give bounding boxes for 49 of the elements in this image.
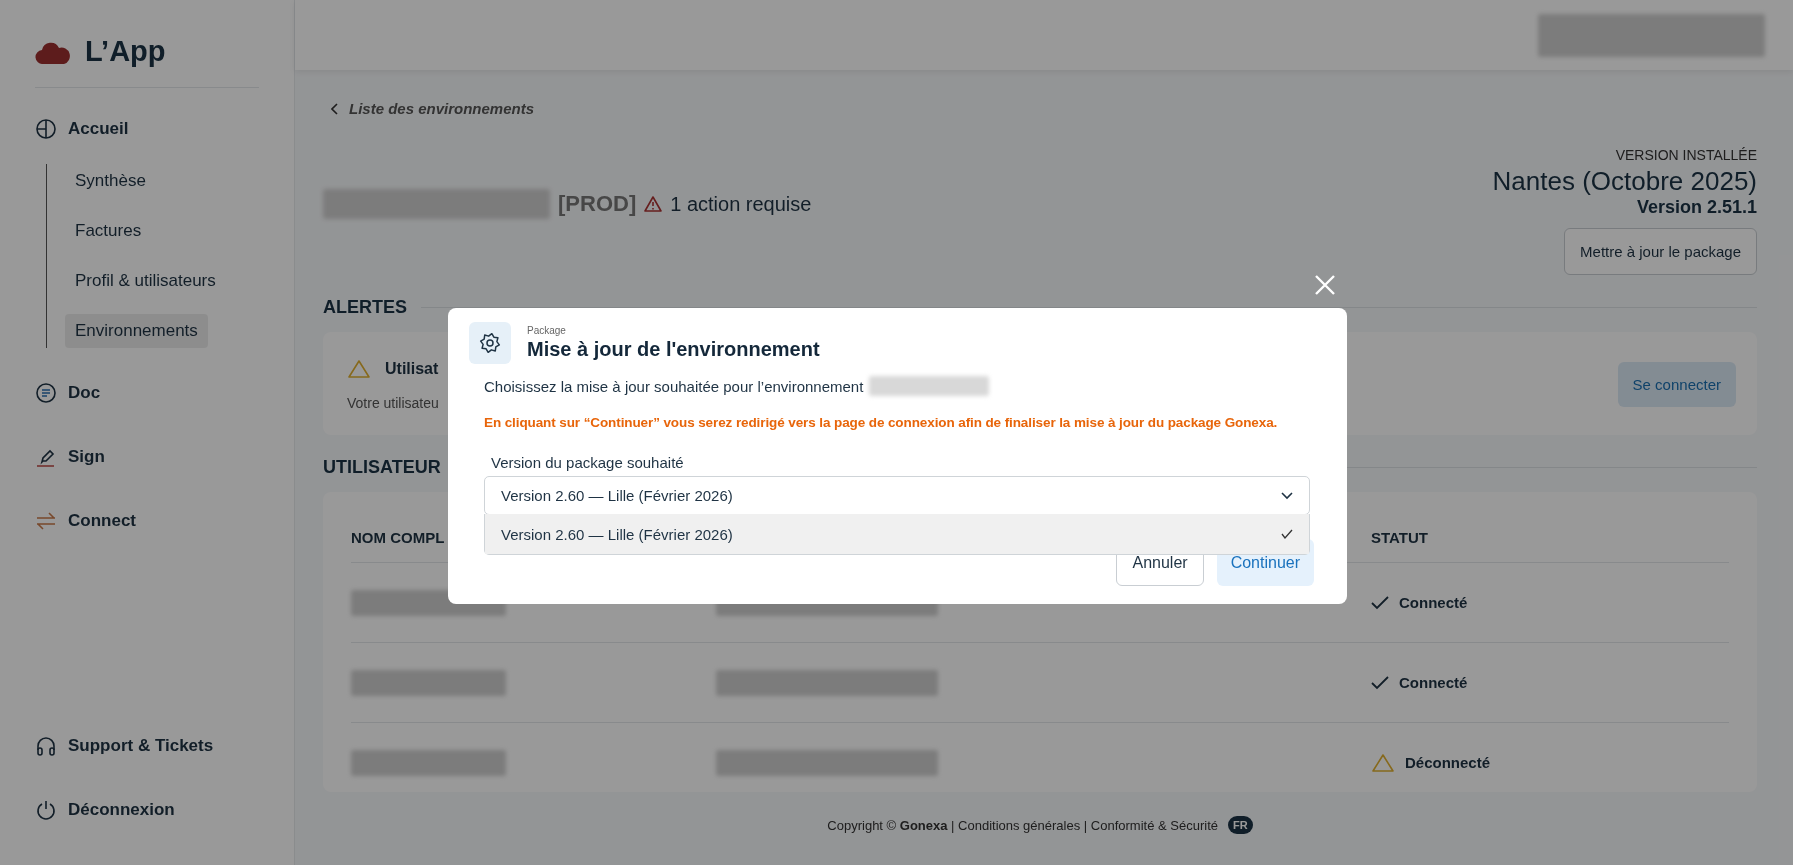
alert-title: Utilisat	[385, 359, 439, 378]
back-link[interactable]: Liste des environnements	[331, 100, 535, 117]
update-button[interactable]: Mettre à jour le package	[1564, 228, 1757, 275]
document-icon	[35, 382, 57, 404]
dropdown-option[interactable]: Version 2.60 — Lille (Février 2026)	[485, 514, 1309, 554]
power-icon	[35, 799, 57, 821]
copyright-text: Copyright © Gonexa | Conditions générales | Conformité & Sécurité	[827, 817, 1218, 833]
status-text: Connecté	[1399, 674, 1468, 691]
section-title: UTILISATEUR	[323, 457, 441, 478]
nav-subitem[interactable]: Environnements	[65, 314, 208, 348]
warning-text: En cliquant sur “Continuer” vous serez redirigé vers la page de connexion afin de finaliser la mise à jour du package Gonexa.	[484, 415, 1279, 430]
nav-item[interactable]: Sign	[35, 438, 105, 476]
check-icon	[1281, 529, 1293, 539]
nav-item[interactable]: Connect	[35, 502, 136, 540]
dialog-title: Mise à jour de l'environnement	[527, 338, 820, 361]
dialog-eyebrow: Package	[527, 325, 567, 336]
app-logo-text: L’App	[85, 35, 166, 68]
nav-item[interactable]: Support & Tickets	[35, 727, 214, 765]
nav-subitem[interactable]: Profil & utilisateurs	[65, 264, 226, 298]
version-name: Nantes (Octobre 2025)	[1492, 166, 1757, 197]
status-text: Déconnecté	[1405, 754, 1491, 771]
warning-icon	[644, 196, 663, 212]
gear-icon	[479, 332, 501, 354]
action-text: 1 action requise	[670, 192, 812, 216]
headphones-icon	[35, 735, 57, 757]
column-header: NOM COMPL	[351, 528, 445, 546]
connect-button[interactable]: Se connecter	[1617, 362, 1736, 407]
column-header: STATUT	[1371, 528, 1428, 546]
close-button[interactable]	[1313, 273, 1337, 297]
nav-subitem[interactable]: Synthèse	[65, 164, 156, 198]
language-badge[interactable]: FR	[1228, 816, 1253, 834]
arrows-icon	[35, 510, 57, 532]
field-label: Version du package souhaité	[491, 454, 685, 471]
alert-text: Votre utilisateu	[347, 394, 439, 411]
version-number: Version 2.51.1	[1636, 197, 1757, 218]
globe-icon	[35, 118, 57, 140]
status-text: Connecté	[1399, 594, 1468, 611]
chevron-down-icon	[1281, 491, 1293, 500]
nav-item[interactable]: Doc	[35, 374, 101, 412]
close-icon	[1313, 273, 1337, 297]
warning-icon	[347, 358, 371, 379]
chevron-left-icon	[331, 102, 339, 115]
nav-item[interactable]: Accueil	[35, 110, 129, 148]
nav-item[interactable]: Déconnexion	[35, 791, 175, 829]
environment-tag: [PROD]	[558, 191, 637, 217]
dialog-intro: Choisissez la mise à jour souhaitée pour l’environnement	[484, 377, 864, 395]
section-title: ALERTES	[323, 297, 407, 318]
nav-subitem[interactable]: Factures	[65, 214, 152, 248]
version-label: VERSION INSTALLÉE	[1615, 147, 1757, 163]
